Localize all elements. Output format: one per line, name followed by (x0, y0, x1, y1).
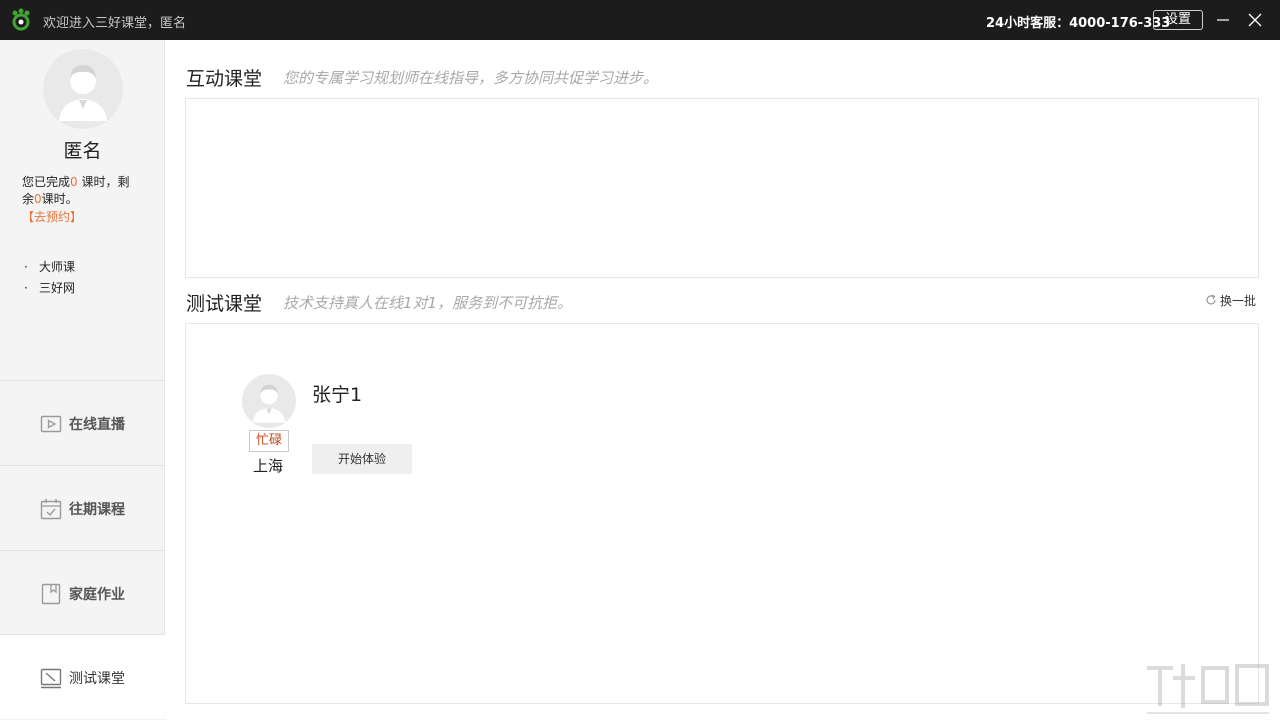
paw-logo-icon (12, 8, 30, 31)
interactive-panel (185, 98, 1259, 278)
video-icon (40, 415, 62, 433)
teacher-name: 张宁1 (312, 384, 363, 406)
homework-book-icon (41, 583, 61, 605)
test-section-title: 测试课堂 (186, 293, 263, 315)
bullet-icon: · (24, 281, 28, 295)
lessons-done-count: 0 (70, 175, 78, 189)
minimize-icon[interactable] (1216, 12, 1230, 28)
bullet-icon: · (24, 260, 28, 274)
lesson-prefix: 您已完成 (22, 175, 71, 189)
nav-label: 在线直播 (69, 417, 125, 433)
user-name: 匿名 (63, 140, 102, 162)
nav-test-classroom[interactable]: 测试课堂 (0, 634, 165, 719)
test-section-subtitle: 技术支持真人在线1对1，服务到不可抗拒。 (283, 294, 573, 312)
side-links: · 大师课 · 三好网 (24, 259, 75, 301)
hotline-text: 24小时客服：4000-176-333 (986, 16, 1171, 31)
nav-label: 往期课程 (69, 502, 125, 518)
user-avatar-icon (59, 65, 107, 121)
interactive-section-subtitle: 您的专属学习规划师在线指导，多方协同共促学习进步。 (283, 69, 659, 87)
status-badge: 忙碌 (249, 430, 289, 452)
test-screen-icon (40, 668, 62, 689)
side-link-label: 大师课 (39, 260, 76, 274)
interactive-section-title: 互动课堂 (186, 68, 263, 90)
calendar-icon (40, 499, 62, 520)
refresh-label: 换一批 (1220, 294, 1257, 308)
side-link-label: 三好网 (39, 281, 76, 295)
close-icon[interactable] (1247, 12, 1263, 28)
nav-live[interactable]: 在线直播 (0, 380, 165, 465)
lesson-suffix: 课时。 (41, 192, 78, 206)
settings-button[interactable]: 设置 (1153, 10, 1203, 30)
avatar[interactable] (43, 49, 123, 129)
start-trial-button[interactable]: 开始体验 (312, 444, 412, 474)
teacher-avatar[interactable] (242, 374, 296, 428)
lessons-left-count: 0 (34, 192, 42, 206)
book-lesson-link[interactable]: 【去预约】 (22, 208, 82, 225)
title-bar: 欢迎进入三好课堂，匿名 24小时客服：4000-176-333 设置 (0, 0, 1280, 40)
nav-label: 家庭作业 (69, 587, 125, 603)
side-link-sanhao-net[interactable]: · 三好网 (24, 280, 75, 301)
refresh-icon (1206, 294, 1216, 305)
teacher-city: 上海 (253, 457, 284, 475)
lesson-summary: 您已完成0 课时，剩余0课时。 (22, 174, 140, 208)
nav-past-courses[interactable]: 往期课程 (0, 465, 165, 550)
watermark-logo-icon (1147, 664, 1269, 714)
nav-homework[interactable]: 家庭作业 (0, 550, 165, 635)
sidebar: 匿名 您已完成0 课时，剩余0课时。 【去预约】 · 大师课 · 三好网 在线直播 … (0, 40, 165, 720)
refresh-batch-button[interactable]: 换一批 (1205, 292, 1256, 309)
user-avatar-icon (252, 384, 286, 423)
nav-label: 测试课堂 (69, 671, 125, 687)
welcome-text: 欢迎进入三好课堂，匿名 (43, 16, 187, 31)
side-link-master-class[interactable]: · 大师课 (24, 259, 75, 280)
